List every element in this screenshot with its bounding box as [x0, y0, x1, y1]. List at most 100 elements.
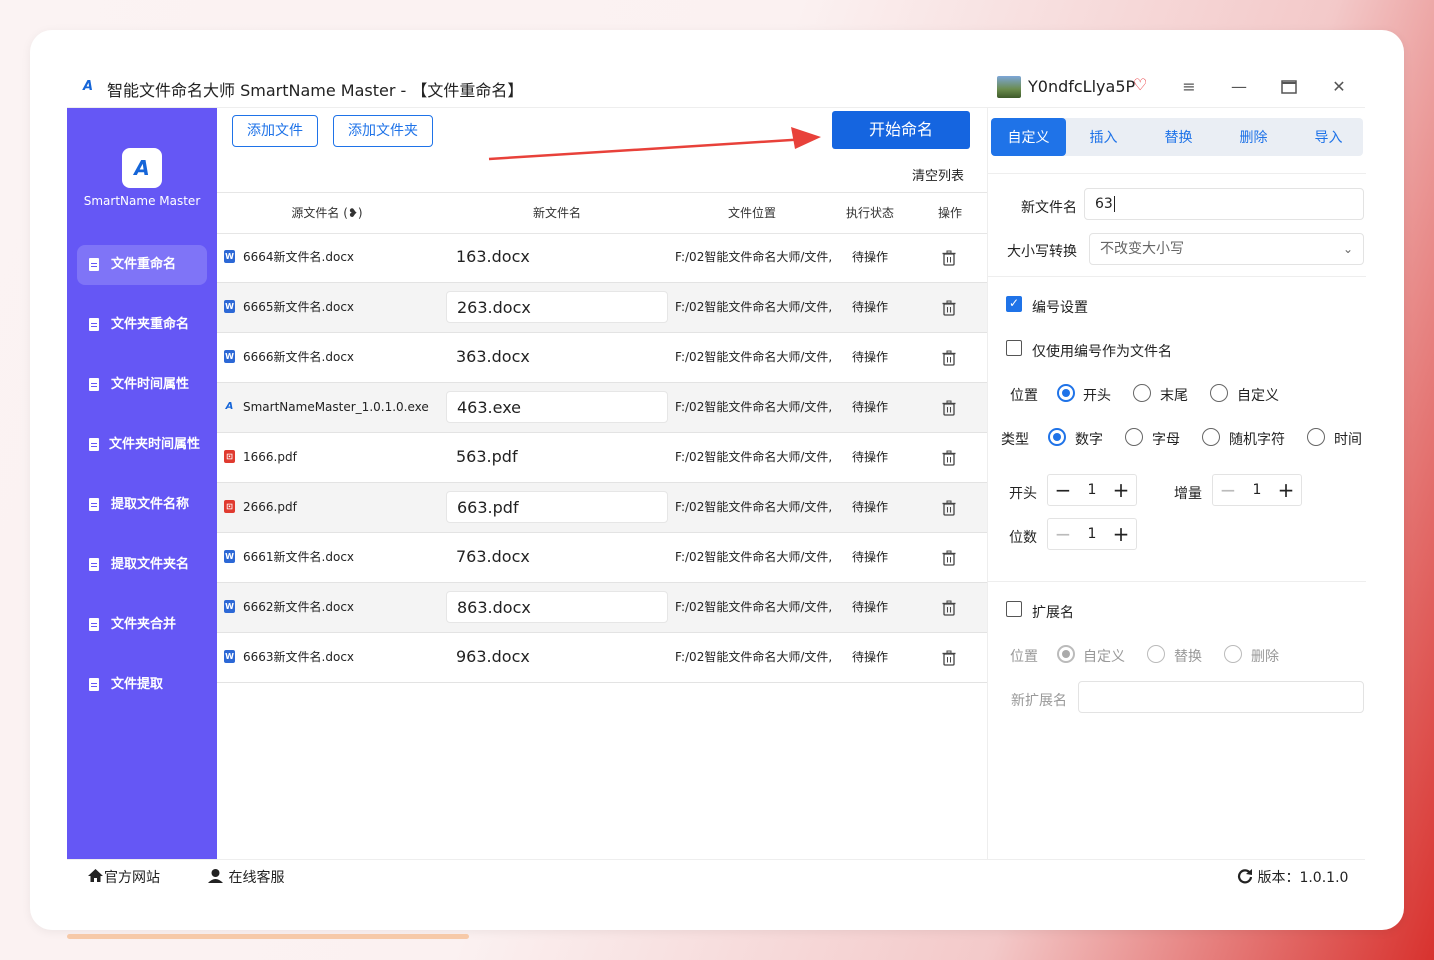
new-filename[interactable]: 563.pdf	[446, 441, 668, 473]
new-name-field[interactable]: 63	[1084, 188, 1364, 220]
version-label: 版本：1.0.1.0	[1257, 870, 1349, 886]
version-info[interactable]: 版本：1.0.1.0	[1237, 860, 1348, 896]
new-filename[interactable]: 463.exe	[446, 391, 668, 423]
start-stepper[interactable]: − 1 +	[1047, 474, 1137, 506]
trash-icon[interactable]	[941, 300, 957, 316]
tab-delete[interactable]: 删除	[1216, 118, 1291, 156]
plus-icon[interactable]: +	[1106, 519, 1136, 549]
trash-icon[interactable]	[941, 650, 957, 666]
refresh-icon	[1237, 869, 1253, 884]
case-label: 大小写转换	[1007, 244, 1077, 260]
start-rename-button[interactable]: 开始命名	[832, 111, 970, 149]
minus-icon[interactable]: −	[1048, 475, 1078, 505]
word-file-icon: W	[224, 300, 235, 313]
word-file-icon: W	[224, 350, 235, 363]
source-filename: 6664新文件名.docx	[243, 250, 355, 264]
type-random-radio[interactable]	[1202, 428, 1220, 446]
trash-icon[interactable]	[941, 250, 957, 266]
table-row[interactable]: ⊡ 1666.pdf 563.pdf F:/02智能文件命名大师/文件, 待操作	[217, 433, 987, 483]
table-row[interactable]: W 6664新文件名.docx 163.docx F:/02智能文件命名大师/文件, 待…	[217, 233, 987, 283]
start-value[interactable]: 1	[1078, 475, 1106, 505]
position-start-radio[interactable]	[1057, 384, 1075, 402]
sidebar-item-file-time[interactable]: 文件时间属性	[77, 365, 207, 405]
ext-replace-radio[interactable]	[1147, 645, 1165, 663]
logo-text: SmartName Master	[83, 194, 201, 208]
table-row[interactable]: W 6666新文件名.docx 363.docx F:/02智能文件命名大师/文件, 待…	[217, 333, 987, 383]
chevron-down-icon: ⌄	[1342, 242, 1353, 256]
header-source-name[interactable]: 源文件名 (❥)	[277, 193, 377, 233]
sidebar-item-extract-foldername[interactable]: 提取文件夹名	[77, 545, 207, 585]
support-label: 在线客服	[228, 870, 285, 886]
sidebar-item-file-rename[interactable]: 文件重命名	[77, 245, 207, 285]
header-location: 文件位置	[727, 206, 776, 220]
file-location: F:/02智能文件命名大师/文件,	[675, 550, 831, 564]
extension-checkbox[interactable]	[1006, 601, 1022, 617]
tab-import[interactable]: 导入	[1291, 118, 1366, 156]
word-file-icon: W	[224, 550, 235, 563]
minus-icon[interactable]: −	[1048, 519, 1078, 549]
table-row[interactable]: W 6665新文件名.docx 263.docx F:/02智能文件命名大师/文件, 待…	[217, 283, 987, 333]
annotation-arrow	[488, 127, 821, 161]
trash-icon[interactable]	[941, 350, 957, 366]
table-row[interactable]: W 6661新文件名.docx 763.docx F:/02智能文件命名大师/文件, 待…	[217, 533, 987, 583]
plus-icon[interactable]: +	[1271, 475, 1301, 505]
close-icon[interactable]: ✕	[1327, 75, 1351, 99]
add-folder-button[interactable]: 添加文件夹	[333, 115, 433, 147]
clear-list-button[interactable]: 清空列表	[912, 165, 964, 184]
new-extension-field[interactable]	[1078, 681, 1364, 713]
increment-value[interactable]: 1	[1243, 475, 1271, 505]
digits-label: 位数	[1009, 530, 1037, 546]
minus-icon[interactable]: −	[1213, 475, 1243, 505]
numbering-checkbox[interactable]: ✓	[1006, 296, 1022, 312]
table-row[interactable]: W 6663新文件名.docx 963.docx F:/02智能文件命名大师/文件, 待…	[217, 633, 987, 683]
support-link[interactable]: 在线客服	[207, 860, 284, 896]
digits-value[interactable]: 1	[1078, 519, 1106, 549]
sidebar-item-extract-filename[interactable]: 提取文件名称	[77, 485, 207, 525]
add-file-button[interactable]: 添加文件	[232, 115, 318, 147]
tab-insert[interactable]: 插入	[1066, 118, 1141, 156]
new-filename[interactable]: 363.docx	[446, 341, 668, 373]
type-letter-radio[interactable]	[1125, 428, 1143, 446]
trash-icon[interactable]	[941, 550, 957, 566]
new-filename[interactable]: 263.docx	[446, 291, 668, 323]
avatar[interactable]	[997, 76, 1021, 98]
menu-icon[interactable]: ≡	[1177, 75, 1201, 99]
tab-custom[interactable]: 自定义	[991, 118, 1066, 156]
new-filename[interactable]: 863.docx	[446, 591, 668, 623]
divider	[988, 581, 1366, 582]
sidebar-item-folder-time[interactable]: 文件夹时间属性	[77, 425, 207, 465]
sidebar-item-folder-rename[interactable]: 文件夹重命名	[77, 305, 207, 345]
sidebar-item-folder-merge[interactable]: 文件夹合并	[77, 605, 207, 645]
table-row[interactable]: W 6662新文件名.docx 863.docx F:/02智能文件命名大师/文件, 待…	[217, 583, 987, 633]
window-title: 智能文件命名大师 SmartName Master - 【文件重命名】	[107, 81, 524, 100]
tab-replace[interactable]: 替换	[1141, 118, 1216, 156]
trash-icon[interactable]	[941, 450, 957, 466]
ext-delete-radio[interactable]	[1224, 645, 1242, 663]
trash-icon[interactable]	[941, 600, 957, 616]
position-custom-radio[interactable]	[1210, 384, 1228, 402]
new-filename[interactable]: 763.docx	[446, 541, 668, 573]
type-number-radio[interactable]	[1048, 428, 1066, 446]
heart-diamond-icon[interactable]: ♡	[1133, 75, 1147, 94]
website-link[interactable]: 官方网站	[87, 860, 160, 896]
trash-icon[interactable]	[941, 500, 957, 516]
increment-stepper[interactable]: − 1 +	[1212, 474, 1302, 506]
new-filename[interactable]: 663.pdf	[446, 491, 668, 523]
sidebar-item-file-extract[interactable]: 文件提取	[77, 665, 207, 705]
table-row[interactable]: A SmartNameMaster_1.0.1.0.exe 463.exe F:/02…	[217, 383, 987, 433]
digits-stepper[interactable]: − 1 +	[1047, 518, 1137, 550]
type-time-radio[interactable]	[1307, 428, 1325, 446]
minimize-icon[interactable]: —	[1227, 75, 1251, 99]
trash-icon[interactable]	[941, 400, 957, 416]
case-select[interactable]: 不改变大小写 ⌄	[1089, 233, 1364, 265]
position-end-radio[interactable]	[1133, 384, 1151, 402]
new-filename[interactable]: 963.docx	[446, 641, 668, 673]
username[interactable]: Y0ndfcLlya5P	[1028, 77, 1135, 96]
ext-custom-radio[interactable]	[1057, 645, 1075, 663]
only-number-checkbox[interactable]	[1006, 340, 1022, 356]
maximize-icon[interactable]	[1277, 75, 1301, 99]
new-filename[interactable]: 163.docx	[446, 241, 668, 273]
ext-replace-label: 替换	[1174, 649, 1202, 665]
plus-icon[interactable]: +	[1106, 475, 1136, 505]
table-row[interactable]: ⊡ 2666.pdf 663.pdf F:/02智能文件命名大师/文件, 待操作	[217, 483, 987, 533]
